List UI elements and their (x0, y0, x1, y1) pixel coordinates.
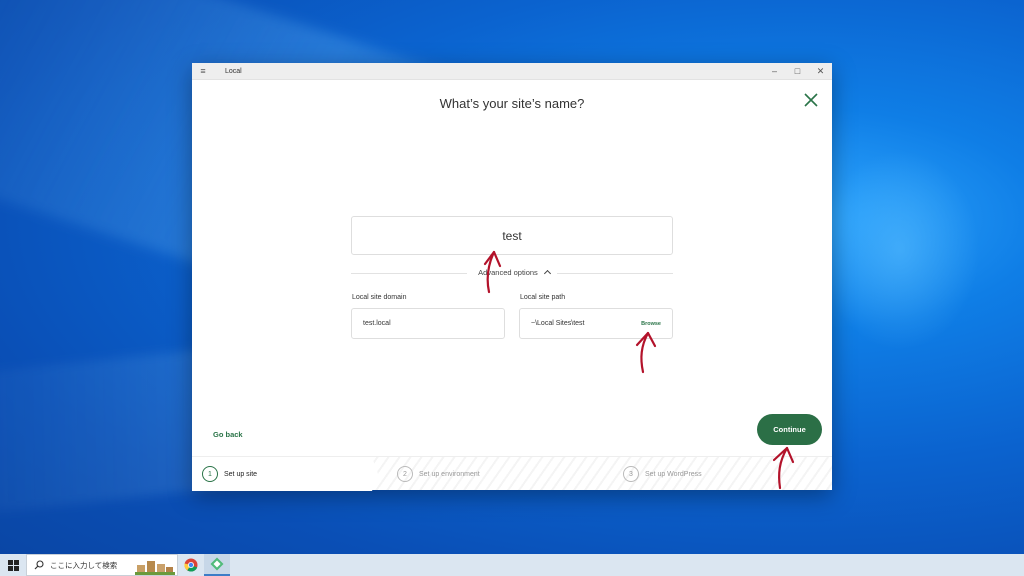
step-label: Set up site (224, 470, 258, 478)
advanced-options-toggle[interactable]: Advanced options (192, 268, 832, 278)
close-icon[interactable] (803, 92, 819, 108)
step-set-up-environment: 2 Set up environment (397, 457, 480, 491)
setup-steps: 1 Set up site 2 Set up environment 3 Set… (192, 456, 832, 491)
wallpaper-glow (820, 150, 980, 350)
site-path-field[interactable]: ~\Local Sites\test Browse (519, 308, 673, 339)
site-domain-value: test.local (363, 320, 391, 327)
close-window-button[interactable]: ✕ (809, 66, 832, 77)
step-number: 1 (202, 466, 218, 482)
step-set-up-wordpress: 3 Set up WordPress (623, 457, 702, 491)
page-title: What’s your site’s name? (439, 96, 585, 111)
taskbar: ここに入力して検索 (0, 554, 1024, 576)
domain-label: Local site domain (352, 294, 407, 301)
search-highlight-illustration (135, 561, 175, 575)
site-domain-field[interactable]: test.local (351, 308, 505, 339)
start-button[interactable] (0, 554, 26, 576)
step-number: 3 (623, 466, 639, 482)
site-name-input[interactable] (351, 216, 673, 255)
step-number: 2 (397, 466, 413, 482)
hamburger-icon[interactable]: ≡ (192, 66, 214, 76)
windows-logo-icon (7, 559, 19, 571)
step-set-up-site: 1 Set up site (192, 457, 378, 491)
path-label: Local site path (520, 294, 566, 301)
taskbar-search-box[interactable]: ここに入力して検索 (26, 554, 178, 576)
chrome-icon (184, 558, 198, 572)
step-label: Set up WordPress (645, 470, 702, 478)
window-title: Local (225, 67, 242, 75)
minimize-button[interactable]: – (763, 66, 786, 77)
browse-button[interactable]: Browse (641, 321, 661, 327)
step-label: Set up environment (419, 470, 480, 478)
advanced-options-label: Advanced options (474, 268, 542, 277)
search-placeholder: ここに入力して検索 (50, 560, 118, 570)
search-icon (34, 560, 44, 570)
local-app-window: ≡ Local – □ ✕ What’s your site’s name? A… (192, 63, 832, 491)
title-bar: ≡ Local – □ ✕ (192, 63, 832, 80)
continue-button[interactable]: Continue (757, 414, 822, 445)
chevron-up-icon (543, 269, 551, 278)
maximize-button[interactable]: □ (786, 66, 809, 77)
local-taskbar-button[interactable] (204, 554, 230, 576)
local-app-icon (210, 557, 224, 571)
chrome-taskbar-button[interactable] (178, 554, 204, 576)
go-back-button[interactable]: Go back (213, 430, 243, 439)
site-path-value: ~\Local Sites\test (531, 320, 585, 327)
